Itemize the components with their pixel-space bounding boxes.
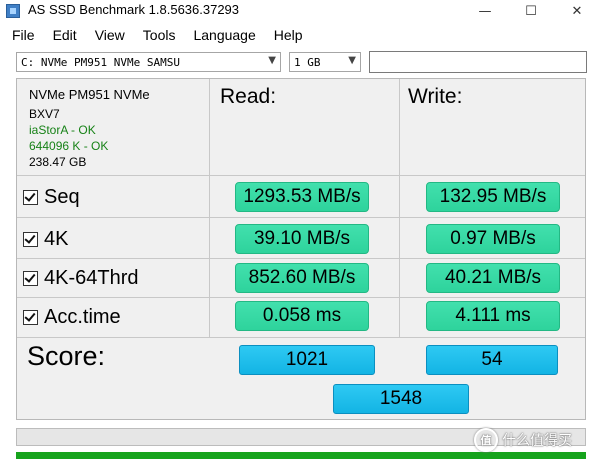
driver-status: iaStorA - OK [29, 123, 96, 137]
acctime-checkbox[interactable] [23, 309, 38, 325]
row-4k64-label[interactable]: 4K-64Thrd [23, 264, 139, 292]
size-select[interactable]: 1 GB ▼ [289, 52, 361, 72]
score-label: Score: [27, 341, 106, 371]
watermark-logo-icon: 值 [474, 428, 498, 452]
divider [209, 79, 210, 337]
alignment-status: 644096 K - OK [29, 139, 109, 153]
divider [17, 258, 585, 259]
minimize-button[interactable]: — [462, 0, 508, 22]
4k64-read-result: 852.60 MB/s [235, 263, 369, 293]
write-header: Write: [408, 85, 463, 108]
status-bar [16, 452, 586, 459]
chevron-down-icon: ▼ [348, 55, 356, 66]
4k-write-result: 0.97 MB/s [426, 224, 560, 254]
menu-bar: File Edit View Tools Language Help [0, 24, 600, 46]
maximize-button[interactable]: ☐ [508, 0, 554, 22]
menu-tools[interactable]: Tools [143, 27, 176, 43]
window-title: AS SSD Benchmark 1.8.5636.37293 [28, 2, 240, 17]
watermark: 值 什么值得买 [474, 428, 572, 452]
drive-select[interactable]: C: NVMe PM951 NVMe SAMSU ▼ [16, 52, 281, 72]
row-acctime-label[interactable]: Acc.time [23, 303, 121, 331]
divider [17, 297, 585, 298]
title-bar: AS SSD Benchmark 1.8.5636.37293 — ☐ ✕ [0, 0, 600, 22]
read-header: Read: [220, 85, 277, 108]
text-field[interactable] [369, 51, 587, 73]
seq-checkbox[interactable] [23, 189, 38, 205]
divider [17, 217, 585, 218]
app-icon [6, 4, 20, 18]
score-read: 1021 [239, 345, 375, 375]
4k-label-text: 4K [44, 227, 69, 250]
acctime-read-result: 0.058 ms [235, 301, 369, 331]
menu-edit[interactable]: Edit [53, 27, 77, 43]
4k-checkbox[interactable] [23, 231, 38, 247]
score-total: 1548 [333, 384, 469, 414]
drive-capacity: 238.47 GB [29, 155, 87, 169]
score-write: 54 [426, 345, 558, 375]
close-button[interactable]: ✕ [554, 0, 600, 22]
4k64-write-result: 40.21 MB/s [426, 263, 560, 293]
drive-select-value: C: NVMe PM951 NVMe SAMSU [21, 55, 180, 69]
chevron-down-icon: ▼ [268, 55, 276, 66]
size-select-value: 1 GB [294, 55, 321, 69]
menu-language[interactable]: Language [193, 27, 255, 43]
row-seq-label[interactable]: Seq [23, 183, 80, 211]
menu-view[interactable]: View [95, 27, 125, 43]
acctime-write-result: 4.111 ms [426, 301, 560, 331]
menu-help[interactable]: Help [274, 27, 303, 43]
4k64-checkbox[interactable] [23, 270, 38, 286]
divider [17, 337, 585, 338]
seq-read-result: 1293.53 MB/s [235, 182, 369, 212]
drive-firmware: BXV7 [29, 107, 60, 121]
seq-label-text: Seq [44, 185, 80, 208]
watermark-text: 什么值得买 [502, 432, 572, 448]
divider [17, 175, 585, 176]
4k-read-result: 39.10 MB/s [235, 224, 369, 254]
benchmark-panel: NVMe PM951 NVMe BXV7 iaStorA - OK 644096… [16, 78, 586, 420]
divider [399, 79, 400, 337]
acctime-label-text: Acc.time [44, 305, 121, 328]
menu-file[interactable]: File [12, 27, 35, 43]
4k64-label-text: 4K-64Thrd [44, 266, 139, 289]
row-4k-label[interactable]: 4K [23, 225, 68, 253]
drive-model: NVMe PM951 NVMe [29, 87, 150, 102]
seq-write-result: 132.95 MB/s [426, 182, 560, 212]
